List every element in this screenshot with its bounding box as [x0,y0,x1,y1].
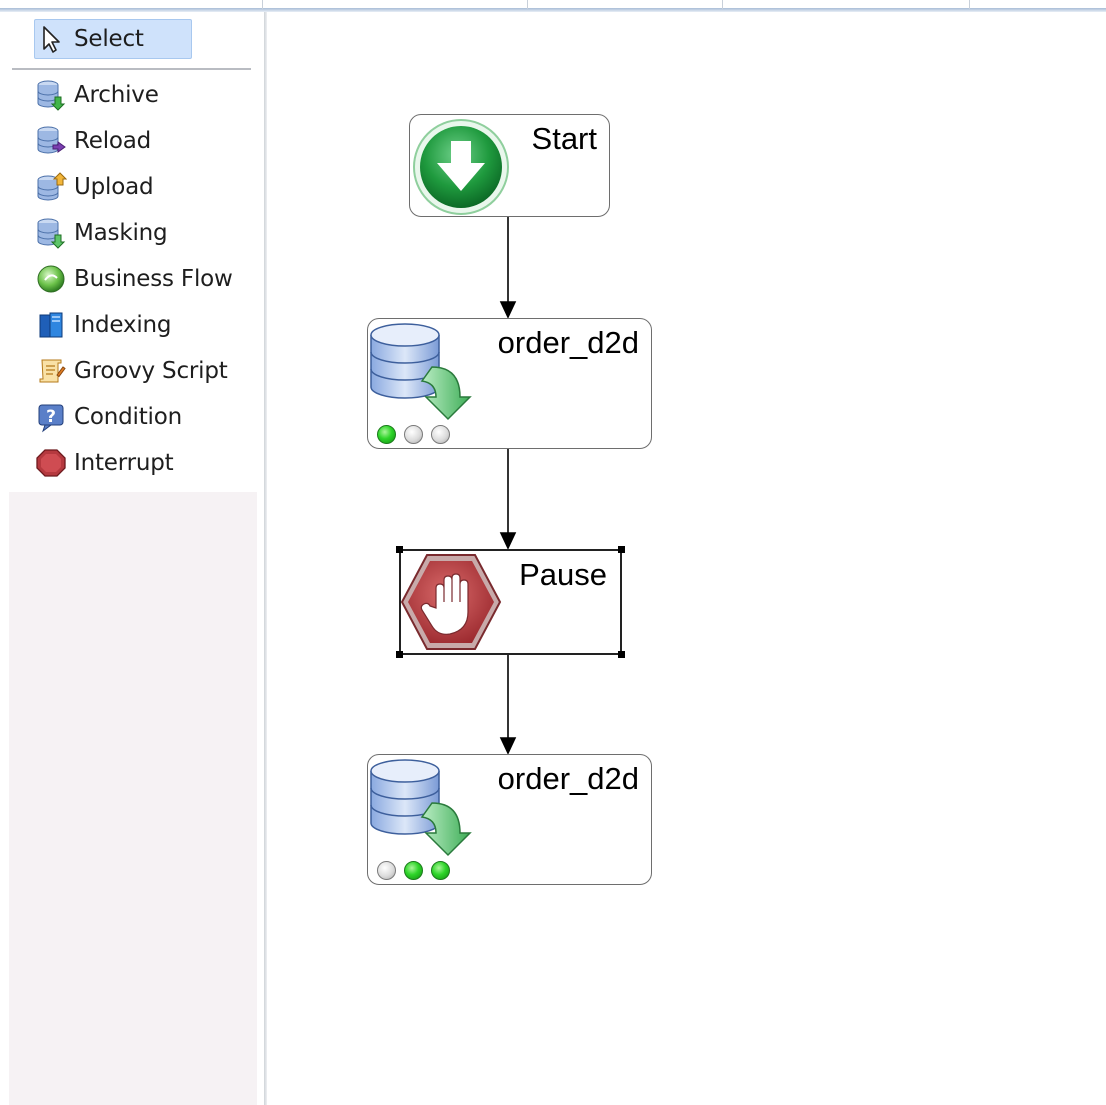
palette-item-indexing[interactable]: Indexing [34,305,171,345]
interrupt-icon [34,446,68,480]
pointer-arrow-icon [34,22,68,56]
archive-db-icon [34,78,68,112]
flow-step-node[interactable]: order_d2d [367,754,652,885]
masking-db-icon [34,216,68,250]
status-light-off [377,861,396,880]
start-icon [412,117,512,221]
column-divider [969,0,970,9]
status-light-off [404,425,423,444]
database-archive-icon [368,321,476,425]
column-divider [262,0,263,9]
status-light-on [431,861,450,880]
column-divider [722,0,723,9]
status-lights [377,861,450,880]
palette-item-condition[interactable]: ? Condition [34,397,182,437]
status-lights [377,425,450,444]
top-toolbar-strip [0,0,1106,12]
business-flow-icon [34,262,68,296]
svg-text:?: ? [46,407,56,427]
resize-handle[interactable] [618,651,625,658]
status-light-on [377,425,396,444]
database-archive-icon [368,757,476,861]
palette-item-business-flow[interactable]: Business Flow [34,259,233,299]
resize-handle[interactable] [396,546,403,553]
palette-item-label: Reload [74,128,152,154]
select-tool[interactable]: Select [34,19,144,59]
resize-handle[interactable] [618,546,625,553]
diagram-canvas[interactable] [267,12,1106,1105]
status-light-off [431,425,450,444]
palette-item-label: Archive [74,82,159,108]
start-node[interactable]: Start [409,114,610,217]
palette-item-label: Business Flow [74,266,233,292]
flow-step-label: order_d2d [497,325,639,360]
palette-item-label: Interrupt [74,450,174,476]
palette-item-label: Indexing [74,312,172,338]
palette-item-label: Condition [74,404,182,430]
condition-icon: ? [34,400,68,434]
palette-separator [12,68,251,70]
palette-item-interrupt[interactable]: Interrupt [34,443,174,483]
pause-node-label: Pause [519,557,607,592]
flow-step-label: order_d2d [497,761,639,796]
palette-item-masking[interactable]: Masking [34,213,168,253]
palette-item-label: Masking [74,220,168,246]
resize-handle[interactable] [396,651,403,658]
indexing-icon [34,308,68,342]
select-tool-label: Select [74,26,144,52]
upload-db-icon [34,170,68,204]
stop-hand-icon [400,552,502,656]
flow-step-node[interactable]: order_d2d [367,318,652,449]
column-divider [527,0,528,9]
reload-db-icon [34,124,68,158]
palette-item-archive[interactable]: Archive [34,75,159,115]
palette-item-reload[interactable]: Reload [34,121,151,161]
start-node-label: Start [531,121,597,156]
palette-item-upload[interactable]: Upload [34,167,154,207]
groovy-script-icon [34,354,68,388]
status-light-on [404,861,423,880]
palette-item-groovy-script[interactable]: Groovy Script [34,351,228,391]
pause-node[interactable]: Pause [399,549,621,655]
palette-item-label: Groovy Script [74,358,228,384]
palette-item-label: Upload [74,174,154,200]
